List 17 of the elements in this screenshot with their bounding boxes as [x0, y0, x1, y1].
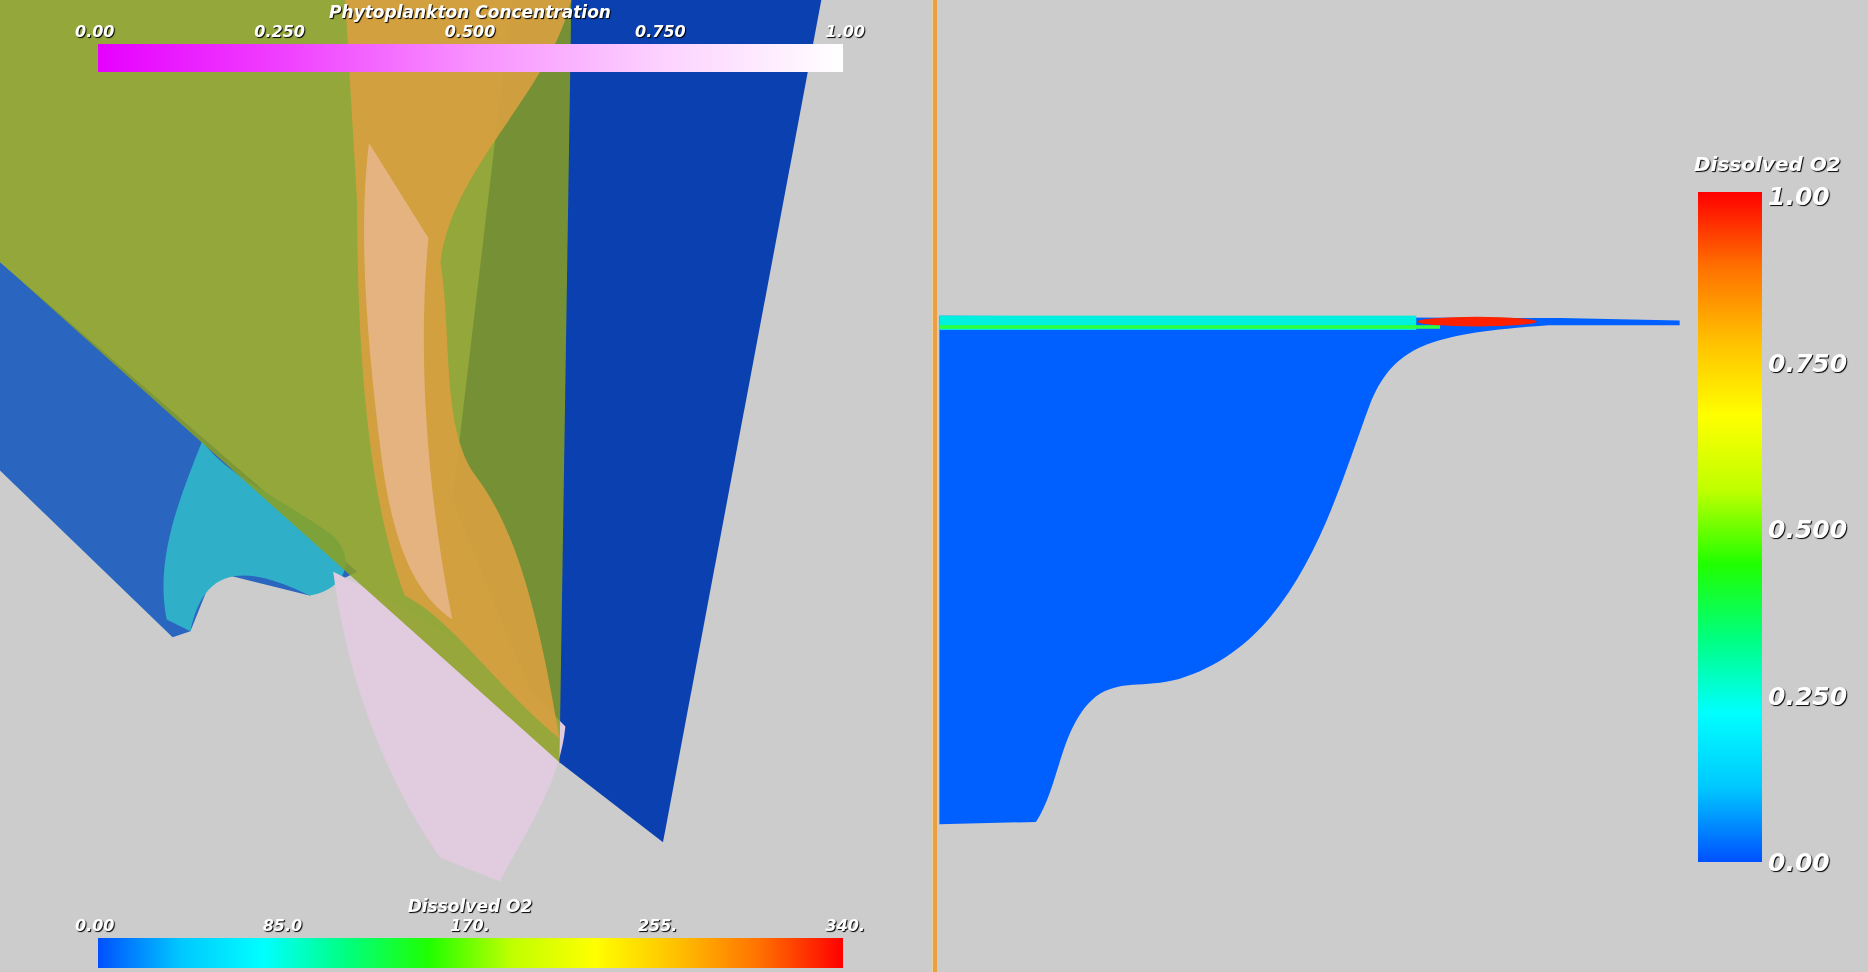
scale-label: 0.00: [1768, 847, 1831, 879]
scale-label: 0.00: [75, 22, 115, 42]
scale-label: 85.0: [262, 916, 303, 936]
scale-label: 170.: [450, 916, 490, 936]
legend-title: Dissolved O2: [1694, 151, 1841, 178]
scale-label: 0.500: [444, 22, 496, 42]
scale-label: 0.750: [1768, 347, 1848, 380]
scale-label: 340.: [825, 916, 865, 936]
scale-label: 0.750: [635, 22, 686, 42]
scale-label: 255.: [637, 916, 678, 936]
scale-label: 0.250: [1768, 680, 1848, 713]
scale-label: 0.500: [1768, 514, 1848, 546]
scale-label: 0.00: [75, 916, 115, 936]
legend-title: Dissolved O2: [407, 896, 533, 916]
scale-label: 0.250: [254, 22, 305, 42]
scale-label: 1.00: [825, 22, 865, 42]
scale-label: 1.00: [1768, 181, 1831, 213]
